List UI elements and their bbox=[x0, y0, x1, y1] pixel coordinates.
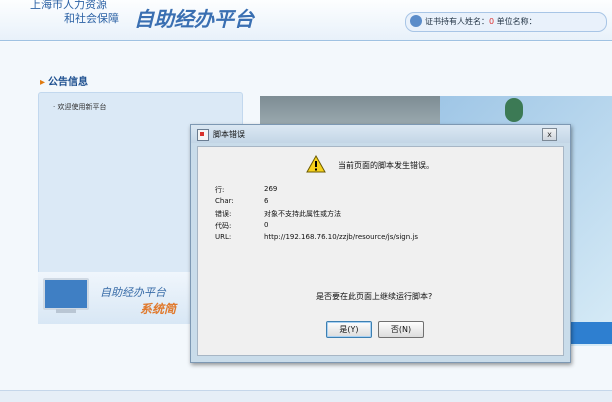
org-name-line2: 和社会保障 bbox=[64, 12, 119, 25]
detail-value-code: 0 bbox=[264, 221, 269, 229]
window-icon bbox=[197, 129, 209, 141]
error-message: 当前页面的脚本发生错误。 bbox=[338, 161, 434, 170]
detail-label-code: 代码: bbox=[215, 222, 232, 230]
promo-subtitle: 系统简 bbox=[140, 302, 177, 316]
monitor-stand bbox=[56, 309, 76, 313]
user-info-bar: 证书持有人姓名：0 单位名称： bbox=[405, 12, 607, 32]
notice-item[interactable]: · 欢迎使用新平台 bbox=[53, 102, 106, 112]
detail-value-line: 269 bbox=[264, 185, 278, 193]
monitor-icon bbox=[43, 278, 89, 310]
arrow-right-icon: ▸ bbox=[40, 77, 46, 88]
detail-value-error: 对象不支持此属性或方法 bbox=[264, 210, 341, 218]
user-icon bbox=[410, 14, 422, 27]
no-button[interactable]: 否(N) bbox=[378, 321, 424, 338]
detail-label-line: 行: bbox=[215, 186, 225, 194]
app-title: 自助经办平台 bbox=[134, 7, 254, 31]
script-error-dialog: 脚本错误 x 当前页面的脚本发生错误。 行: 269 Char: 6 错误: 对… bbox=[190, 124, 571, 363]
header: 上海市人力资源 和社会保障 自助经办平台 证书持有人姓名：0 单位名称： bbox=[0, 0, 612, 41]
notice-heading-text: 公告信息 bbox=[48, 77, 89, 88]
dialog-titlebar[interactable]: 脚本错误 x bbox=[191, 125, 570, 143]
plant-icon bbox=[505, 98, 523, 122]
user-value: 0 bbox=[489, 17, 495, 26]
org-name-line1: 上海市人力资源 bbox=[30, 0, 107, 11]
detail-label-error: 错误: bbox=[215, 210, 232, 218]
dialog-title: 脚本错误 bbox=[213, 130, 245, 139]
promo-title: 自助经办平台 bbox=[100, 286, 166, 299]
close-button[interactable]: x bbox=[542, 128, 557, 141]
dialog-content: 当前页面的脚本发生错误。 行: 269 Char: 6 错误: 对象不支持此属性… bbox=[197, 146, 564, 356]
detail-value-url: http://192.168.76.10/zzjb/resource/js/si… bbox=[264, 233, 418, 241]
detail-label-char: Char: bbox=[215, 197, 234, 205]
unit-label: 单位名称： bbox=[496, 17, 537, 26]
detail-label-url: URL: bbox=[215, 233, 232, 241]
yes-button[interactable]: 是(Y) bbox=[326, 321, 372, 338]
warning-icon bbox=[306, 155, 326, 173]
footer bbox=[0, 390, 612, 402]
notice-heading: ▸ 公告信息 bbox=[40, 73, 88, 88]
detail-value-char: 6 bbox=[264, 197, 269, 205]
continue-question: 是否要在此页面上继续运行脚本? bbox=[316, 292, 433, 301]
user-label: 证书持有人姓名： bbox=[425, 17, 489, 26]
